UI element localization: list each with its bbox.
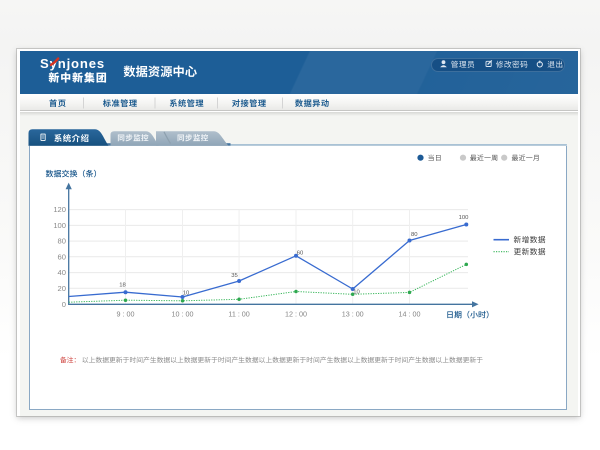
svg-text:10: 10 bbox=[183, 290, 190, 296]
svg-text:0: 0 bbox=[62, 300, 66, 309]
svg-text:10 : 00: 10 : 00 bbox=[172, 309, 194, 318]
svg-text:14 : 00: 14 : 00 bbox=[399, 309, 421, 318]
svg-text:40: 40 bbox=[58, 268, 66, 277]
svg-text:100: 100 bbox=[53, 221, 66, 230]
svg-text:100: 100 bbox=[459, 215, 470, 221]
svg-text:60: 60 bbox=[297, 251, 304, 257]
svg-text:10: 10 bbox=[353, 290, 360, 296]
svg-text:20: 20 bbox=[58, 284, 66, 293]
svg-text:11 : 00: 11 : 00 bbox=[228, 309, 249, 318]
svg-text:80: 80 bbox=[411, 232, 418, 238]
svg-text:80: 80 bbox=[58, 237, 66, 246]
svg-text:9 : 00: 9 : 00 bbox=[117, 309, 135, 318]
svg-text:Synjones: Synjones bbox=[40, 56, 105, 71]
svg-text:60: 60 bbox=[58, 252, 66, 261]
svg-text:13 : 00: 13 : 00 bbox=[342, 309, 364, 318]
svg-text:18: 18 bbox=[119, 282, 126, 288]
svg-text:35: 35 bbox=[231, 273, 238, 279]
svg-text:120: 120 bbox=[53, 205, 66, 214]
svg-text:12 : 00: 12 : 00 bbox=[285, 309, 307, 318]
